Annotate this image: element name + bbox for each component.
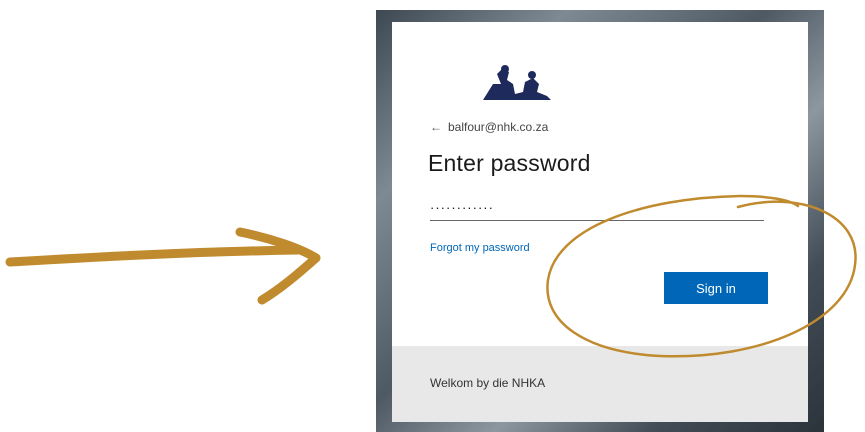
- org-logo-icon: [483, 65, 551, 100]
- sign-in-button[interactable]: Sign in: [664, 272, 768, 304]
- forgot-password-link[interactable]: Forgot my password: [430, 242, 530, 254]
- password-field[interactable]: [430, 194, 764, 221]
- annotation-arrowhead: [235, 227, 321, 305]
- login-card: ← balfour@nhk.co.za Enter password Forgo…: [392, 22, 808, 422]
- annotation-arrow: [5, 245, 303, 267]
- back-arrow-icon[interactable]: ←: [430, 120, 442, 134]
- card-footer: Welkom by die NHKA: [392, 346, 808, 422]
- page-title: Enter password: [428, 150, 591, 176]
- account-row: ← balfour@nhk.co.za: [430, 120, 548, 134]
- welcome-text: Welkom by die NHKA: [430, 376, 546, 390]
- account-email: balfour@nhk.co.za: [448, 120, 549, 134]
